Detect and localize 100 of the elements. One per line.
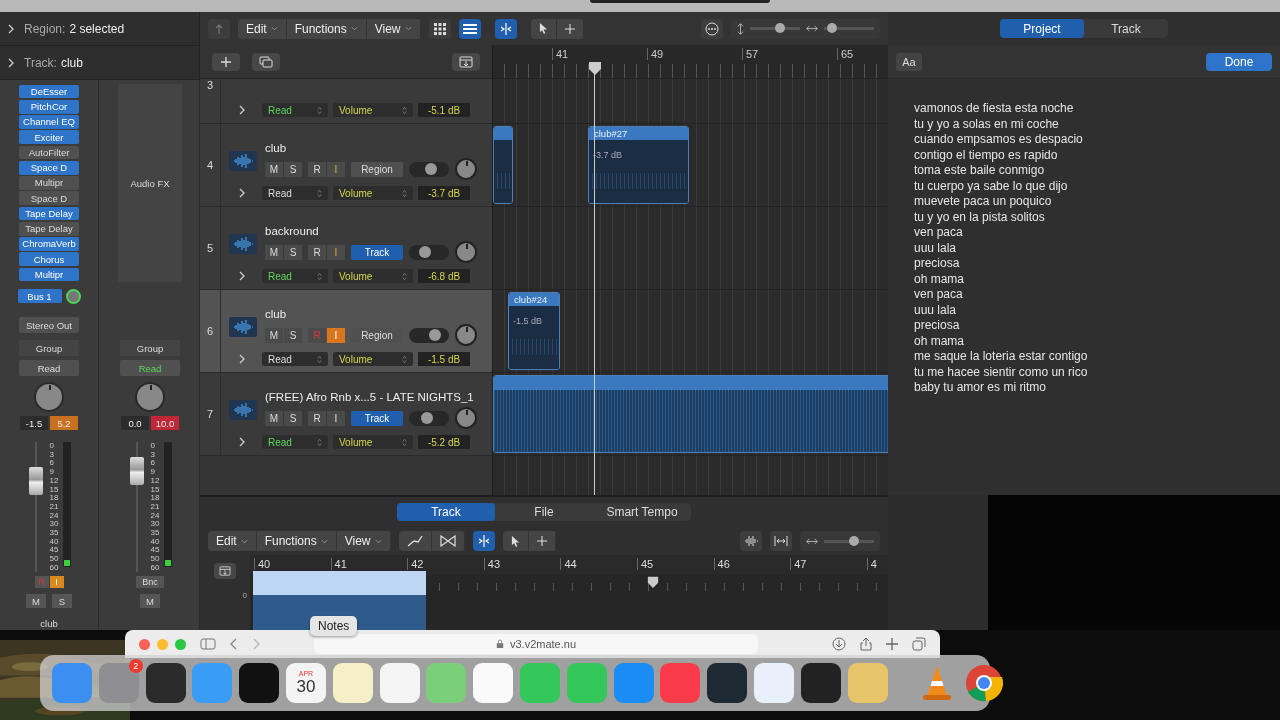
- waveform-zoom-button[interactable]: [740, 531, 762, 551]
- grid-view-button[interactable]: [428, 18, 451, 39]
- volume-slider[interactable]: [409, 161, 449, 177]
- solo-button[interactable]: S: [284, 244, 302, 260]
- volume-slider[interactable]: [409, 410, 449, 426]
- download-icon[interactable]: [832, 637, 846, 651]
- close-button[interactable]: [139, 638, 150, 650]
- mute-button[interactable]: M: [265, 327, 283, 343]
- catch-button[interactable]: [452, 52, 480, 71]
- chevron-icon[interactable]: [239, 188, 245, 198]
- pan-knob[interactable]: [455, 407, 477, 429]
- automation-mode-button[interactable]: Read: [19, 360, 79, 376]
- mute-button[interactable]: M: [265, 244, 283, 260]
- solo-button[interactable]: S: [284, 327, 302, 343]
- plugin-slot[interactable]: Channel EQ: [19, 115, 79, 129]
- audio-region[interactable]: [253, 571, 426, 630]
- volume-slider[interactable]: [409, 327, 449, 343]
- automation-parameter-select[interactable]: Volume: [333, 269, 413, 283]
- send-slot[interactable]: Bus 1: [17, 288, 62, 304]
- mute-button[interactable]: M: [265, 161, 283, 177]
- group-mode-button[interactable]: Region: [351, 327, 403, 343]
- pan-knob[interactable]: [455, 324, 477, 346]
- menu-button[interactable]: View: [366, 18, 421, 39]
- group-mode-button[interactable]: Track: [351, 244, 403, 260]
- menu-button[interactable]: Functions: [286, 18, 367, 39]
- record-button[interactable]: R: [308, 161, 326, 177]
- mute-button[interactable]: M: [26, 594, 46, 608]
- menu-button[interactable]: Edit: [238, 18, 287, 39]
- audio-region[interactable]: [493, 126, 513, 204]
- menu-button[interactable]: Edit: [208, 531, 257, 551]
- region-inspector-header[interactable]: Region: 2 selected: [0, 12, 199, 46]
- audio-fx-slot[interactable]: Audio FX: [118, 84, 182, 282]
- mute-button[interactable]: M: [140, 594, 160, 608]
- plugin-slot[interactable]: DeEsser: [19, 84, 79, 99]
- automation-mode-select[interactable]: Read: [262, 186, 328, 200]
- done-button[interactable]: Done: [1206, 52, 1272, 71]
- playhead-icon[interactable]: [588, 61, 602, 75]
- plugin-slot[interactable]: Space D: [19, 160, 79, 175]
- track-header[interactable]: 7 (FREE) Afro Rnb x...5 - LATE NIGHTS_1 M S R I Track Read Volume -5.2 dB: [200, 373, 492, 456]
- plugin-slot[interactable]: Multipr: [19, 267, 79, 282]
- automation-parameter-select[interactable]: Volume: [333, 352, 413, 366]
- plugin-slot[interactable]: AutoFilter: [19, 145, 79, 160]
- input-monitor-button[interactable]: I: [327, 410, 345, 426]
- record-button[interactable]: R: [308, 244, 326, 260]
- editor-tab[interactable]: Track: [397, 503, 495, 521]
- track-header[interactable]: 5 backround M S R I Track Read Volume -6.8 dB: [200, 207, 492, 290]
- track-header[interactable]: 4 club M S R I Region Read Volume -3.7 dB: [200, 124, 492, 207]
- plugin-slot[interactable]: Exciter: [19, 130, 79, 145]
- plugin-slot[interactable]: Space D: [19, 191, 79, 206]
- chrome-icon[interactable]: [963, 663, 1004, 703]
- menu-button[interactable]: Functions: [256, 531, 337, 551]
- address-field[interactable]: v3.v2mate.nu: [314, 634, 758, 654]
- bounce-button[interactable]: Bnc: [136, 576, 164, 588]
- automation-parameter-select[interactable]: Volume: [333, 435, 413, 449]
- input-monitor-button[interactable]: I: [327, 161, 345, 177]
- chevron-icon[interactable]: [239, 437, 245, 447]
- pan-knob[interactable]: [135, 382, 165, 412]
- group-mode-button[interactable]: Track: [351, 410, 403, 426]
- record-button[interactable]: R: [308, 410, 326, 426]
- notes-tab[interactable]: Project: [1000, 19, 1084, 38]
- chevron-icon[interactable]: [239, 271, 245, 281]
- tabs-icon[interactable]: [912, 637, 926, 651]
- automation-parameter-select[interactable]: Volume: [333, 186, 413, 200]
- automation-mode-select[interactable]: Read: [262, 103, 328, 117]
- snap-button[interactable]: [472, 531, 495, 551]
- automation-mode-button[interactable]: Read: [120, 360, 180, 376]
- automation-parameter-select[interactable]: Volume: [333, 103, 413, 117]
- output-slot[interactable]: Stereo Out: [19, 317, 79, 333]
- editor-tab[interactable]: Smart Tempo: [593, 503, 691, 521]
- plugin-slot[interactable]: Tape Delay: [19, 221, 79, 236]
- audio-region[interactable]: [493, 375, 888, 453]
- more-options-button[interactable]: [701, 18, 723, 39]
- send-knob[interactable]: [65, 288, 81, 304]
- mute-button[interactable]: M: [265, 410, 283, 426]
- playhead-icon[interactable]: [647, 575, 659, 589]
- automation-mode-select[interactable]: Read: [262, 435, 328, 449]
- group-slot[interactable]: Group: [19, 340, 79, 356]
- plugin-slot[interactable]: Chorus: [19, 252, 79, 267]
- group-mode-button[interactable]: Region: [351, 161, 403, 177]
- audio-region[interactable]: club#24 -1.5 dB: [508, 292, 560, 370]
- automation-mode-select[interactable]: Read: [262, 352, 328, 366]
- solo-button[interactable]: S: [284, 410, 302, 426]
- input-monitor-button[interactable]: I: [327, 244, 345, 260]
- pan-knob[interactable]: [455, 241, 477, 263]
- track-header[interactable]: 6 club M S R I Region Read Volume -1.5 dB: [200, 290, 492, 373]
- sidebar-icon[interactable]: [200, 638, 216, 650]
- editor-tab[interactable]: File: [495, 503, 593, 521]
- plugin-slot[interactable]: PitchCor: [19, 99, 79, 114]
- add-track-button[interactable]: [212, 52, 240, 71]
- menu-button[interactable]: View: [336, 531, 391, 551]
- plugin-slot[interactable]: Multipr: [19, 176, 79, 190]
- font-button[interactable]: Aa: [896, 52, 922, 71]
- list-view-button[interactable]: [458, 18, 481, 39]
- fit-width-button[interactable]: [770, 531, 792, 551]
- plugin-slot[interactable]: ChromaVerb: [19, 237, 79, 251]
- pan-knob[interactable]: [34, 382, 64, 412]
- group-slot[interactable]: Group: [120, 340, 180, 356]
- share-icon[interactable]: [860, 637, 872, 651]
- volume-slider[interactable]: [409, 244, 449, 260]
- solo-button[interactable]: S: [284, 161, 302, 177]
